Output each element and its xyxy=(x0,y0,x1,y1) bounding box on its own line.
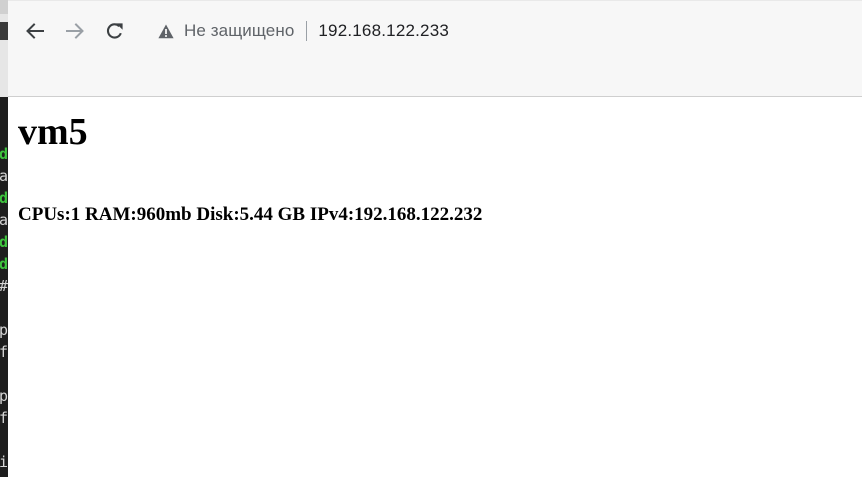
terminal-line: i xyxy=(0,451,8,473)
page-content: vm5 CPUs:1 RAM:960mb Disk:5.44 GB IPv4:1… xyxy=(8,97,862,477)
address-divider xyxy=(306,21,308,41)
browser-toolbar: Не защищено 192.168.122.233 xyxy=(8,0,862,97)
back-button[interactable] xyxy=(19,15,51,47)
background-window-titlebar xyxy=(0,0,8,97)
background-terminal-window: dadadd#pfpfie xyxy=(0,0,8,477)
terminal-line-text: f xyxy=(0,409,8,427)
terminal-line: d xyxy=(0,187,8,209)
terminal-line-text: p xyxy=(0,321,8,339)
terminal-line-text: a xyxy=(0,167,8,185)
vm-specs: CPUs:1 RAM:960mb Disk:5.44 GB IPv4:192.1… xyxy=(18,204,483,225)
terminal-line-text: d xyxy=(0,233,8,251)
terminal-line-text: # xyxy=(0,275,8,297)
terminal-line: d xyxy=(0,143,8,165)
terminal-line: p xyxy=(0,319,8,341)
terminal-line-text: i xyxy=(0,453,8,471)
terminal-line: a xyxy=(0,165,8,187)
terminal-line: a xyxy=(0,209,8,231)
terminal-line-text: e xyxy=(0,473,8,477)
terminal-line-text: d xyxy=(0,255,8,273)
browser-window: Не защищено 192.168.122.233 vm5 CPUs:1 R… xyxy=(8,0,862,477)
terminal-line: e xyxy=(0,473,8,477)
arrow-right-icon xyxy=(66,23,84,39)
terminal-line: # xyxy=(0,275,8,297)
address-bar[interactable]: Не защищено 192.168.122.233 xyxy=(148,15,848,47)
terminal-line-text: p xyxy=(0,387,8,405)
reload-icon xyxy=(106,23,123,39)
terminal-output: dadadd#pfpfie xyxy=(0,143,8,477)
warning-triangle-icon xyxy=(158,24,174,38)
terminal-line: f xyxy=(0,407,8,429)
security-label: Не защищено xyxy=(184,21,295,40)
terminal-line: d xyxy=(0,253,8,275)
terminal-line-text: f xyxy=(0,343,8,361)
forward-button[interactable] xyxy=(59,15,91,47)
security-indicator[interactable]: Не защищено xyxy=(148,15,294,47)
background-window-icon xyxy=(0,22,8,40)
terminal-line-text: a xyxy=(0,211,8,229)
reload-button[interactable] xyxy=(99,15,131,47)
url-text[interactable]: 192.168.122.233 xyxy=(318,21,449,41)
terminal-line-text: d xyxy=(0,145,8,163)
arrow-left-icon xyxy=(26,23,44,39)
terminal-line-text: d xyxy=(0,189,8,207)
background-window-strip xyxy=(0,0,8,14)
terminal-line: f xyxy=(0,341,8,363)
terminal-line: p xyxy=(0,385,8,407)
terminal-line: d xyxy=(0,231,8,253)
page-title: vm5 xyxy=(18,111,88,153)
